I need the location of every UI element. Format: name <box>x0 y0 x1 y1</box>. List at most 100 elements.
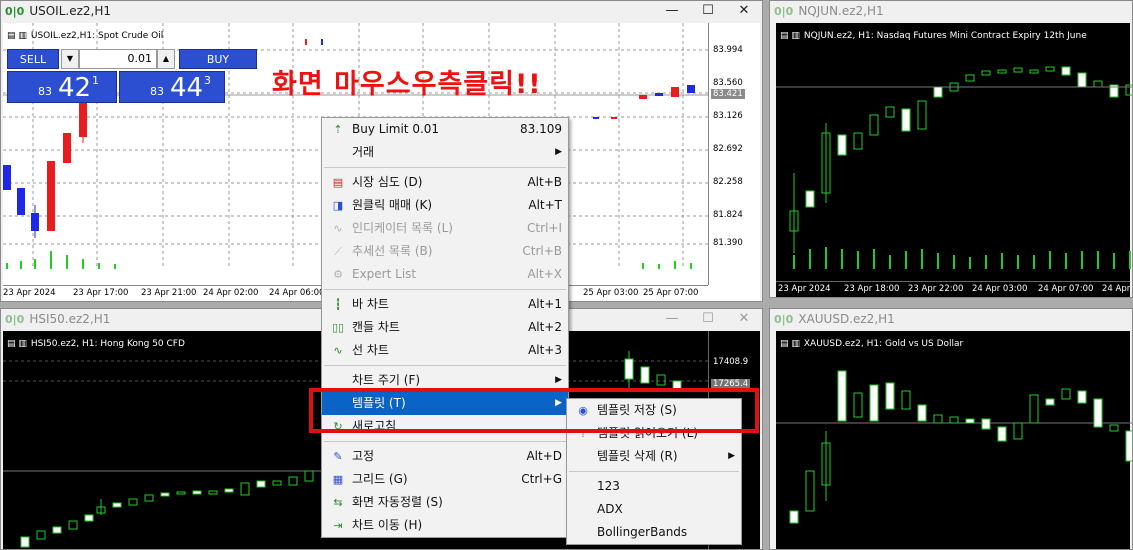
buy-button[interactable]: BUY <box>179 49 257 69</box>
candle-chart-icon: ▯▯ <box>331 321 345 334</box>
submenu-arrow-icon: ▶ <box>555 147 562 157</box>
candle <box>885 382 895 410</box>
line-chart-icon: ∿ <box>333 344 343 357</box>
menu-item[interactable]: ⇆ 화면 자동정렬 (S) <box>322 491 568 514</box>
menu-item[interactable]: ▤ 시장 심도 (D) Alt+B <box>322 171 568 194</box>
xauusd-titlebar[interactable]: 0|0 XAUUSD.ez2,H1 <box>770 309 1132 329</box>
menu-item[interactable]: ⚙ Expert List Alt+X <box>322 263 568 286</box>
candle <box>1125 430 1132 462</box>
xauusd-chart-window[interactable]: 0|0 XAUUSD.ez2,H1 ▤ ▥ XAUUSD.ez2, H1: Go… <box>769 308 1133 550</box>
menu-item[interactable]: ▯▯ 캔들 차트 Alt+2 <box>322 316 568 339</box>
time-label: 24 Apr 07:00 <box>1038 284 1094 294</box>
menu-item[interactable]: ◨ 원클릭 매매 (K) Alt+T <box>322 194 568 217</box>
buy-price-button[interactable]: 83 44 3 <box>119 71 225 103</box>
candle <box>192 490 202 495</box>
candle <box>63 133 71 163</box>
close-button[interactable]: ✕ <box>726 309 762 329</box>
depth-of-market-icon: ▤ <box>332 176 344 189</box>
menu-item[interactable]: 거래 ▶ <box>322 141 568 164</box>
time-label: 24 Apr 06:00 <box>269 288 325 298</box>
volume-input[interactable]: 0.01 <box>79 49 157 69</box>
candle <box>593 117 599 119</box>
maximize-button[interactable]: ☐ <box>690 1 726 21</box>
menu-item-label: 바 차트 <box>352 297 389 311</box>
chart-context-menu: ⇡ Buy Limit 0.01 83.109 거래 ▶ ▤ 시장 심도 (D) Alt+B ◨… <box>321 117 569 538</box>
volume-down-button[interactable]: ▼ <box>61 49 79 69</box>
nqjun-titlebar[interactable]: 0|0 NQJUN.ez2,H1 <box>770 1 1132 21</box>
candle <box>144 494 154 502</box>
menu-item[interactable]: ∿ 인디케이터 목록 (L) Ctrl+I <box>322 217 568 240</box>
menu-item-label: 원클릭 매매 (K) <box>352 198 433 212</box>
menu-item-shortcut: Alt+T <box>528 198 562 212</box>
sell-price-sup: 1 <box>92 74 99 87</box>
nqjun-plot <box>776 66 1132 269</box>
nqjun-time-scale[interactable]: 23 Apr 2024 23 Apr 18:00 23 Apr 22:00 24… <box>776 281 1132 297</box>
menu-item[interactable]: BollingerBands <box>567 521 741 544</box>
menu-separator <box>324 289 566 290</box>
xauusd-plot <box>776 370 1132 524</box>
minimize-button[interactable]: — <box>654 309 690 329</box>
candle <box>1045 66 1055 72</box>
candle <box>321 39 323 45</box>
close-button[interactable]: ✕ <box>726 1 762 21</box>
candle <box>1061 66 1071 76</box>
time-label: 23 Apr 18:00 <box>844 284 900 294</box>
maximize-button[interactable]: ☐ <box>690 309 726 329</box>
price-label: 17408.9 <box>713 357 749 367</box>
minimize-button[interactable]: — <box>654 1 690 21</box>
usoil-titlebar[interactable]: 0|0 USOIL.ez2,H1 — ☐ ✕ <box>1 1 762 21</box>
candle <box>885 106 895 118</box>
nqjun-chart-area[interactable]: ▤ ▥ NQJUN.ez2, H1: Nasdaq Futures Mini Co… <box>776 23 1132 297</box>
menu-item[interactable]: ⇡ Buy Limit 0.01 83.109 <box>322 118 568 141</box>
time-label: 24 Apr 02:00 <box>203 288 259 298</box>
candle <box>112 502 122 508</box>
menu-separator <box>324 167 566 168</box>
menu-item[interactable]: 123 <box>567 475 741 498</box>
menu-item-label: 고정 <box>352 449 375 463</box>
candle <box>624 358 634 380</box>
menu-item[interactable]: ⟋ 추세선 목록 (B) Ctrl+B <box>322 240 568 263</box>
auto-scroll-icon: ⇆ <box>333 496 343 509</box>
menu-item[interactable]: ADX <box>567 498 741 521</box>
chart-shift-icon: ⇥ <box>333 519 343 532</box>
usoil-price-scale[interactable]: 83.994 83.560 83.421 83.126 82.692 82.25… <box>708 23 760 285</box>
xauusd-chart-area[interactable]: ▤ ▥ XAUUSD.ez2, H1: Gold vs US Dollar <box>776 331 1132 549</box>
menu-item[interactable]: ∿ 선 차트 Alt+3 <box>322 339 568 362</box>
menu-item[interactable]: ┇ 바 차트 Alt+1 <box>322 293 568 316</box>
nqjun-volume <box>793 247 1131 269</box>
menu-item[interactable]: ▦ 그리드 (G) Ctrl+G <box>322 468 568 491</box>
candle <box>997 69 1007 74</box>
sell-button[interactable]: SELL <box>7 49 59 69</box>
xauusd-info-text: XAUUSD.ez2, H1: Gold vs US Dollar <box>803 339 964 349</box>
annotation-text: 화면 마우스우측클릭!! <box>272 69 542 100</box>
candle <box>805 470 815 512</box>
grid-icon: ▦ <box>332 473 344 486</box>
menu-item-label: ADX <box>597 502 623 516</box>
menu-item[interactable]: ✎ 고정 Alt+D <box>322 445 568 468</box>
menu-item-label: 123 <box>597 479 620 493</box>
menu-item[interactable]: ⇥ 차트 이동 (H) <box>322 514 568 537</box>
time-label: 23 Apr 2024 <box>3 288 56 298</box>
candle <box>1029 394 1039 424</box>
menu-item-shortcut: Alt+1 <box>528 297 562 311</box>
candle <box>68 520 78 530</box>
candle <box>272 480 282 486</box>
volume-up-button[interactable]: ▲ <box>157 49 175 69</box>
candle <box>1013 422 1023 440</box>
nqjun-chart-window[interactable]: 0|0 NQJUN.ez2,H1 ▤ ▥ NQJUN.ez2, H1: Nasd… <box>769 0 1133 298</box>
candle <box>853 132 863 150</box>
candle <box>17 188 25 215</box>
bar-chart-icon: ┇ <box>334 298 342 311</box>
candle <box>869 114 879 136</box>
buy-price-sup: 3 <box>204 74 211 87</box>
price-label: 82.258 <box>713 177 743 187</box>
chart-symbol-icon: ▤ ▥ <box>7 339 27 349</box>
time-label: 25 Apr 07:00 <box>643 288 699 298</box>
sell-price-prefix: 83 <box>38 85 52 98</box>
sell-price-button[interactable]: 83 42 1 <box>7 71 117 103</box>
candle <box>1029 69 1039 74</box>
pin-icon: ✎ <box>333 450 343 463</box>
candle <box>789 510 799 524</box>
menu-item[interactable]: 템플릿 삭제 (R) ▶ <box>567 445 741 468</box>
menu-separator <box>324 441 566 442</box>
